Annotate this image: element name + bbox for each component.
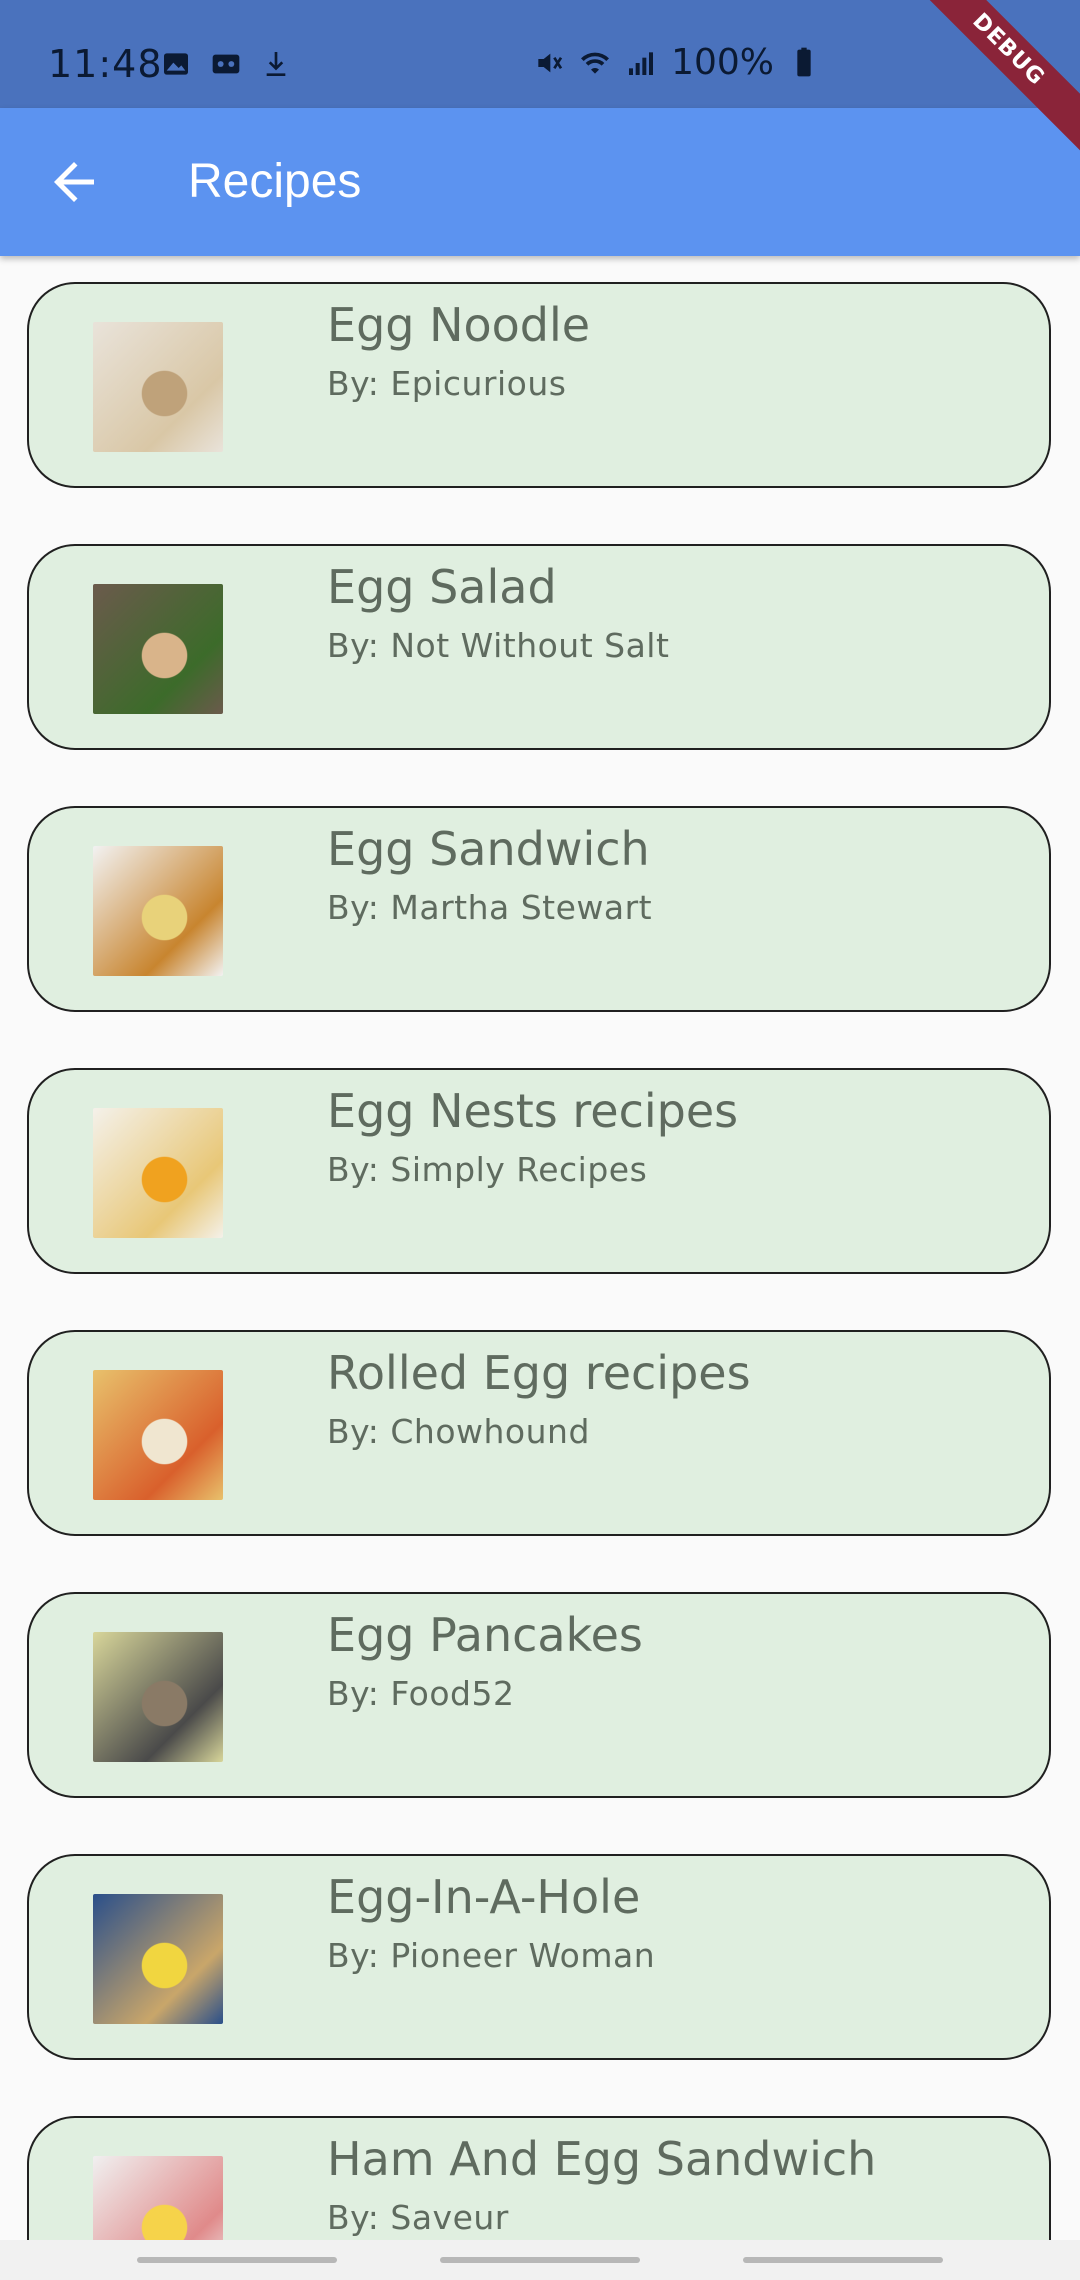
recipe-title: Ham And Egg Sandwich (327, 2132, 877, 2186)
recipe-thumbnail (93, 1894, 223, 2024)
signal-icon (629, 51, 654, 75)
recipe-card[interactable]: Egg Pancakes By: Food52 (27, 1592, 1051, 1798)
recipe-author: By: Not Without Salt (327, 626, 670, 665)
battery-percent: 100% (671, 42, 774, 83)
recipe-title: Rolled Egg recipes (327, 1346, 751, 1400)
status-time: 11:48 (48, 42, 163, 86)
recipe-author: By: Food52 (327, 1674, 515, 1713)
nav-pill-left (137, 2257, 337, 2263)
mute-icon (538, 53, 563, 72)
status-bar: 11:48 100% (0, 0, 1080, 108)
recipe-card[interactable]: Egg-In-A-Hole By: Pioneer Woman (27, 1854, 1051, 2060)
battery-icon (797, 47, 811, 76)
recipe-card[interactable]: Rolled Egg recipes By: Chowhound (27, 1330, 1051, 1536)
recipe-thumbnail (93, 1370, 223, 1500)
recipe-card[interactable]: Egg Nests recipes By: Simply Recipes (27, 1068, 1051, 1274)
recipe-thumbnail (93, 846, 223, 976)
recipe-thumbnail (93, 2156, 223, 2240)
arrow-back-icon[interactable] (44, 152, 104, 212)
recipe-thumbnail (93, 584, 223, 714)
recipe-author: By: Chowhound (327, 1412, 590, 1451)
recipe-title: Egg Noodle (327, 298, 591, 352)
recipe-author: By: Epicurious (327, 364, 567, 403)
gesture-nav-bar (0, 2240, 1080, 2280)
recipe-thumbnail (93, 1108, 223, 1238)
recipe-thumbnail (93, 1632, 223, 1762)
recipe-author: By: Pioneer Woman (327, 1936, 656, 1975)
image-icon (164, 53, 188, 75)
page-title: Recipes (188, 155, 362, 208)
voicemail-icon (212, 54, 240, 74)
recipe-title: Egg Salad (327, 560, 557, 614)
recipe-author: By: Saveur (327, 2198, 509, 2237)
recipe-list[interactable]: Egg Noodle By: Epicurious Egg Salad By: Not… (0, 256, 1080, 2240)
recipe-title: Egg Pancakes (327, 1608, 643, 1662)
recipe-author: By: Simply Recipes (327, 1150, 648, 1189)
recipe-title: Egg Sandwich (327, 822, 650, 876)
recipe-card[interactable]: Ham And Egg Sandwich By: Saveur (27, 2116, 1051, 2240)
recipe-card[interactable]: Egg Sandwich By: Martha Stewart (27, 806, 1051, 1012)
recipe-title: Egg-In-A-Hole (327, 1870, 641, 1924)
recipe-thumbnail (93, 322, 223, 452)
recipe-title: Egg Nests recipes (327, 1084, 739, 1138)
recipe-card[interactable]: Egg Noodle By: Epicurious (27, 282, 1051, 488)
recipe-card[interactable]: Egg Salad By: Not Without Salt (27, 544, 1051, 750)
recipe-author: By: Martha Stewart (327, 888, 653, 927)
app-bar: Recipes (0, 108, 1080, 256)
download-icon (266, 52, 286, 76)
notification-icons (160, 48, 292, 80)
wifi-icon (581, 52, 610, 74)
nav-pill-right (743, 2257, 943, 2263)
nav-pill-center (440, 2257, 640, 2263)
system-icons: 100% (533, 42, 820, 83)
